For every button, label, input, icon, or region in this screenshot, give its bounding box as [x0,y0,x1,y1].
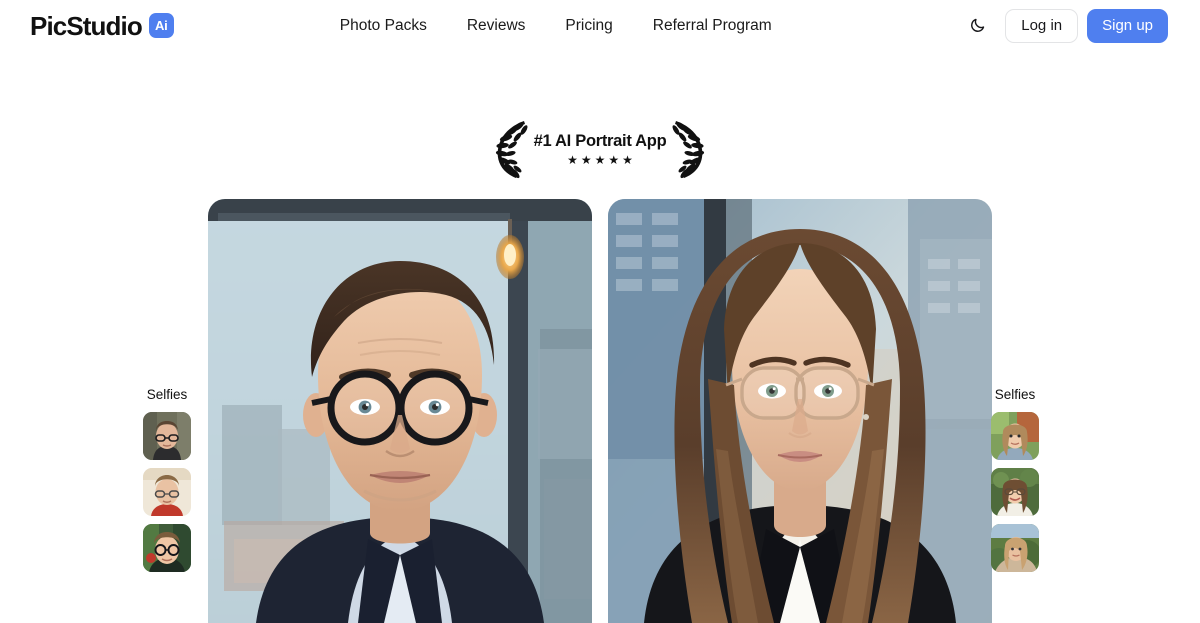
portrait-image-right[interactable] [608,199,992,623]
star-icon: ★ [608,153,620,168]
selfie-thumb-image [991,467,1039,516]
selfie-thumbnail-woman-1[interactable] [991,411,1039,460]
selfie-thumbnail-man-2[interactable] [143,467,191,516]
star-icon: ★ [594,153,606,168]
badge-star-rating: ★ ★ ★ ★ ★ [567,154,633,166]
page-root: PicStudio Ai Photo Packs Reviews Pricing… [0,0,1200,623]
selfie-thumbnail-man-1[interactable] [143,411,191,460]
nav-item-referral-program[interactable]: Referral Program [653,11,772,41]
portrait-image-left[interactable] [208,199,592,623]
theme-toggle-button[interactable] [964,13,990,39]
main-navigation: Photo Packs Reviews Pricing Referral Pro… [340,11,772,41]
login-button[interactable]: Log in [1005,8,1079,43]
laurel-wreath-left-icon [495,121,528,179]
selfie-thumb-image [143,523,191,572]
moon-icon [970,18,984,32]
selfie-thumb-image [143,411,191,460]
selfie-thumbnail-woman-2[interactable] [991,467,1039,516]
portrait-photo-man [208,199,592,623]
laurel-wreath-right-icon [672,121,705,179]
selfies-label-left: Selfies [146,387,188,402]
signup-button[interactable]: Sign up [1087,8,1168,43]
badge-title: #1 AI Portrait App [533,131,667,150]
ai-badge: Ai [148,13,174,38]
nav-item-pricing[interactable]: Pricing [565,11,612,41]
selfie-thumb-image [991,411,1039,460]
nav-item-photo-packs[interactable]: Photo Packs [340,11,427,41]
selfies-label-right: Selfies [994,387,1036,402]
award-badge: #1 AI Portrait App ★ ★ ★ ★ ★ [0,118,1200,180]
nav-item-reviews[interactable]: Reviews [467,11,526,41]
star-icon: ★ [622,153,633,168]
brand-logo[interactable]: PicStudio Ai [30,13,174,39]
site-header: PicStudio Ai Photo Packs Reviews Pricing… [0,0,1200,51]
selfie-thumbnail-man-3[interactable] [143,523,191,572]
star-icon: ★ [580,153,592,168]
portrait-showcase: Selfies Selfies [0,199,1200,623]
selfie-thumb-image [991,523,1039,572]
brand-name: PicStudio [30,10,143,41]
header-actions: Log in Sign up [964,0,1168,51]
selfies-column-right: Selfies [982,388,1048,572]
selfie-thumb-image [143,467,191,516]
selfies-column-left: Selfies [134,388,200,572]
selfie-thumbnail-woman-3[interactable] [991,523,1039,572]
portrait-photo-woman [608,199,992,623]
star-icon: ★ [567,153,578,168]
